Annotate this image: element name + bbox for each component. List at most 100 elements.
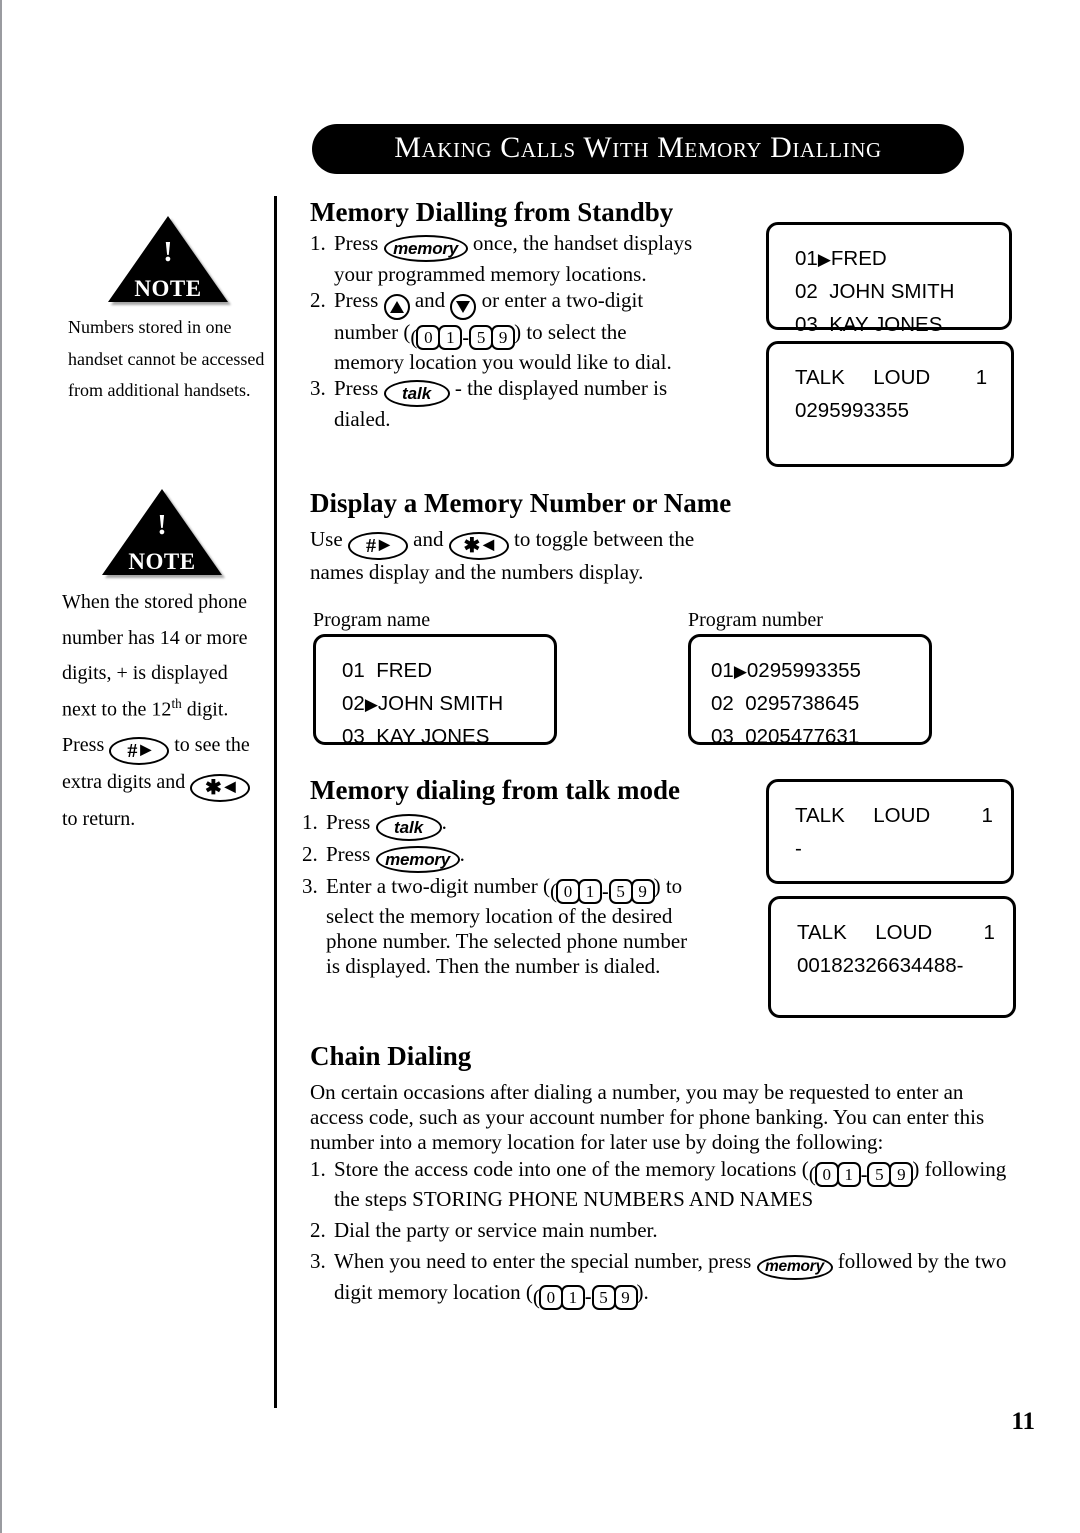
heading-memory-dialling-standby: Memory Dialling from Standby — [310, 197, 674, 227]
step-number: 2. — [310, 288, 326, 313]
lcd-value: JOHN SMITH — [829, 279, 955, 303]
digit-key-0: 0 — [814, 1162, 839, 1187]
lcd-number-row: - — [795, 836, 802, 860]
step-text-post: once, the handset displays your programm… — [334, 231, 693, 286]
step-chain-2: 2. Dial the party or service main number… — [310, 1218, 1022, 1243]
note-warning-triangle-icon: ! NOTE — [102, 489, 222, 575]
memory-range-keys-01-59: (0 1-5 9 — [410, 325, 516, 351]
para-text-mid: and — [407, 527, 449, 551]
step-talkmode-1: 1. Press talk. — [302, 810, 702, 841]
step-text-post: . — [459, 842, 465, 866]
lcd-status-talk: TALK — [795, 804, 845, 827]
lcd-status-talk: TALK — [797, 921, 847, 944]
lcd-index: 02 — [795, 279, 818, 303]
step-body: Press talk. — [326, 810, 702, 841]
lcd-value: KAY JONES — [829, 312, 943, 336]
step-text-post: . — [441, 810, 447, 834]
lcd-cursor-icon: ▶ — [364, 694, 378, 714]
step-body: Press memory. — [326, 842, 702, 873]
memory-key-icon: memory — [756, 1254, 833, 1280]
step-text-pre: Press — [334, 231, 384, 255]
lcd-value: FRED — [830, 247, 887, 270]
step-body: Press and or enter a two-digit number ((… — [334, 288, 700, 375]
page-title-banner: Making Calls With Memory Dialling — [312, 124, 964, 174]
lcd-status-line: 1 — [975, 366, 988, 389]
step-body: Store the access code into one of the me… — [334, 1157, 1022, 1212]
lcd-row: 03 KAY JONES — [342, 721, 554, 754]
digit-key-9: 9 — [630, 879, 655, 904]
step-number: 1. — [310, 1157, 326, 1181]
step-number: 1. — [302, 810, 318, 834]
hash-glyph: # — [366, 535, 377, 557]
label-program-number: Program number — [688, 609, 823, 631]
hash-right-key-icon: # ▶ — [109, 737, 170, 766]
lcd-display-talk-empty: TALK LOUD 1 - — [766, 779, 1014, 884]
lcd-row: 02 0295738645 — [711, 688, 929, 721]
digit-key-5: 5 — [867, 1162, 892, 1187]
steps-chain: 1. Store the access code into one of the… — [310, 1157, 1022, 1311]
step-chain-3: 3. When you need to enter the special nu… — [310, 1249, 1022, 1310]
memory-key-icon: memory — [375, 846, 460, 873]
step-talkmode-3: 3. Enter a two-digit number ((0 1-5 9) to … — [302, 874, 702, 980]
hash-right-key-icon: # ▶ — [347, 532, 408, 560]
steps-talk-mode: 1. Press talk. 2. Press memory. 3. Enter… — [302, 810, 702, 981]
step-standby-1: 1. Press memory once, the handset displa… — [310, 231, 700, 287]
digit-key-9: 9 — [613, 1284, 638, 1310]
lcd-status-line: 1 — [983, 921, 995, 944]
memory-key-icon: memory — [383, 235, 468, 262]
step-text-pre: Enter a two-digit number ( — [326, 874, 550, 898]
lcd-index: 03 — [795, 312, 818, 336]
lcd-cursor-icon: ▶ — [733, 662, 747, 681]
para-display-toggle: Use # ▶ and ✱ ◀ to toggle between the name… — [310, 527, 710, 585]
left-arrow-glyph: ◀ — [224, 780, 236, 796]
note-label: NOTE — [134, 276, 202, 301]
heading-display-memory-number-or-name: Display a Memory Number or Name — [310, 488, 732, 518]
digit-key-0: 0 — [416, 325, 441, 351]
note-block-1: ! NOTE Numbers stored in one handset can… — [68, 216, 268, 407]
exclamation-glyph: ! — [163, 236, 173, 268]
step-body: When you need to enter the special numbe… — [334, 1249, 1022, 1310]
manual-page: Making Calls With Memory Dialling ! NOTE… — [0, 0, 1080, 1533]
step-body: Press talk - the displayed number is dia… — [334, 376, 700, 432]
column-divider — [274, 196, 277, 1408]
star-glyph: ✱ — [205, 777, 222, 800]
note-ordinal: th — [171, 695, 182, 711]
lcd-index: 01 — [795, 247, 818, 270]
lcd-status-loud: LOUD — [873, 804, 931, 827]
digit-key-5: 5 — [469, 325, 494, 351]
lcd-status-loud: LOUD — [875, 921, 933, 944]
right-arrow-glyph: ▶ — [140, 743, 152, 759]
digit-key-5: 5 — [591, 1284, 616, 1310]
step-text-pre: Press — [326, 842, 376, 866]
step-text-pre: Press — [334, 376, 384, 401]
exclamation-glyph: ! — [157, 509, 167, 541]
lcd-index: 02 — [711, 691, 734, 715]
lcd-value: 0295738645 — [745, 691, 860, 715]
hash-glyph: # — [127, 740, 138, 763]
right-arrow-glyph: ▶ — [379, 538, 390, 553]
digit-key-1: 1 — [577, 879, 602, 904]
lcd-display-program-name: 01 FRED 02▶JOHN SMITH 03 KAY JONES — [313, 634, 557, 748]
lcd-status-line: 1 — [981, 804, 993, 827]
step-number: 2. — [302, 842, 318, 866]
lcd-number-row: 00182326634488- — [797, 953, 964, 977]
lcd-number-row: 0295993355 — [795, 398, 910, 422]
talk-key-label: talk — [401, 384, 432, 404]
step-standby-3: 3. Press talk - the displayed number is … — [310, 376, 700, 432]
step-text-post: ). — [636, 1279, 649, 1304]
lcd-index: 01 — [711, 659, 734, 682]
step-standby-2: 2. Press and or enter a two-digit number… — [310, 288, 700, 375]
left-arrow-glyph: ◀ — [483, 538, 495, 553]
step-number: 1. — [310, 231, 326, 255]
step-text-pre: Store the access code into one of the me… — [334, 1157, 809, 1181]
lcd-row: 01▶FRED — [795, 243, 1009, 276]
step-talkmode-2: 2. Press memory. — [302, 842, 702, 873]
step-text-mid: and — [409, 288, 451, 313]
lcd-display-talk-chain: TALK LOUD 1 00182326634488- — [768, 896, 1016, 1018]
star-left-key-icon: ✱ ◀ — [190, 774, 251, 803]
note-label: NOTE — [128, 549, 196, 574]
memory-key-label: memory — [385, 850, 451, 869]
step-body: Enter a two-digit number ((0 1-5 9) to sel… — [326, 874, 702, 980]
para-chain-intro: On certain occasions after dialing a num… — [310, 1080, 985, 1155]
memory-key-label: memory — [764, 1258, 825, 1276]
